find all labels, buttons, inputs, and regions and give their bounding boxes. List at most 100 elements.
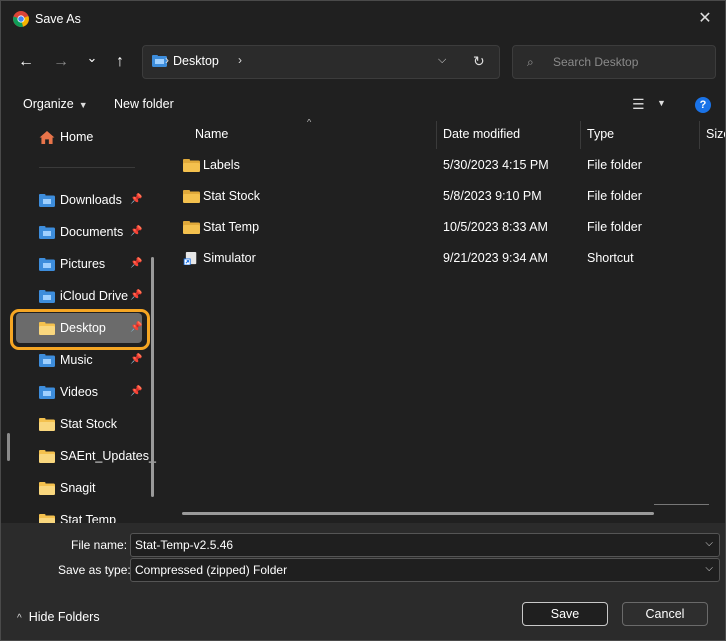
organize-button[interactable]: Organize ▼ xyxy=(23,97,88,111)
view-options-icon[interactable]: ☰ xyxy=(632,96,645,113)
sidebar-item-saent-updates-[interactable]: SAEnt_Updates_ xyxy=(1,441,156,471)
pin-icon[interactable]: 📌 xyxy=(130,322,142,333)
sidebar-item-pictures[interactable]: Pictures 📌 xyxy=(1,249,151,279)
file-type: Shortcut xyxy=(587,251,634,265)
desktop-folder-icon xyxy=(39,322,55,335)
address-bar[interactable]: › Desktop › ⌵ ↻ xyxy=(142,45,500,79)
pin-icon[interactable]: 📌 xyxy=(130,386,142,397)
search-input[interactable]: Search Desktop xyxy=(553,55,638,69)
file-row[interactable]: Labels 5/30/2023 4:15 PM File folder xyxy=(165,150,725,180)
file-name-value[interactable]: Stat-Temp-v2.5.46 xyxy=(135,538,233,552)
sidebar-item-label: Home xyxy=(60,130,94,144)
downloads-icon xyxy=(39,194,55,207)
file-date-modified: 10/5/2023 8:33 AM xyxy=(443,220,548,234)
view-caret-icon[interactable]: ▼ xyxy=(657,98,666,108)
folder-icon xyxy=(39,418,55,431)
cancel-button[interactable]: Cancel xyxy=(622,602,708,626)
column-divider[interactable] xyxy=(580,121,581,149)
folder-icon xyxy=(183,190,200,203)
pin-icon[interactable]: 📌 xyxy=(130,354,142,365)
address-dropdown-icon[interactable]: ⌵ xyxy=(438,54,446,67)
hide-folders-label: Hide Folders xyxy=(28,610,100,624)
sidebar-item-label: Snagit xyxy=(60,481,96,495)
horizontal-scrollbar[interactable] xyxy=(182,512,654,515)
music-icon xyxy=(39,354,55,367)
sidebar-item-stat-stock[interactable]: Stat Stock xyxy=(1,409,151,439)
sidebar-item-label: SAEnt_Updates_ xyxy=(60,449,156,463)
file-row[interactable]: Stat Temp 10/5/2023 8:33 AM File folder xyxy=(165,212,725,242)
sidebar-item-label: Documents xyxy=(60,225,124,239)
navigation-bar: ← → ⌄ ↑ › Desktop › ⌵ ↻ ⌕ Search Desktop xyxy=(1,39,725,87)
save-as-type-dropdown-icon[interactable]: ⌵ xyxy=(705,563,713,574)
pictures-icon xyxy=(39,258,55,271)
help-icon[interactable]: ? xyxy=(695,97,711,113)
file-name: Stat Stock xyxy=(203,189,260,203)
sidebar-item-label: Stat Temp xyxy=(60,513,117,523)
sidebar-item-label: Videos xyxy=(60,385,98,399)
documents-icon xyxy=(39,226,55,239)
sidebar-item-music[interactable]: Music 📌 xyxy=(1,345,151,375)
search-icon: ⌕ xyxy=(527,55,534,69)
hide-folders-button[interactable]: ^ Hide Folders xyxy=(17,610,100,624)
folder-icon xyxy=(183,221,200,234)
scrollbar-track-line xyxy=(654,504,709,505)
sidebar-divider xyxy=(39,167,135,168)
back-arrow-icon[interactable]: ← xyxy=(15,51,37,73)
file-name-dropdown-icon[interactable]: ⌵ xyxy=(705,538,713,549)
pin-icon[interactable]: 📌 xyxy=(130,290,142,301)
sidebar-item-documents[interactable]: Documents 📌 xyxy=(1,217,151,247)
shortcut-icon xyxy=(183,252,197,265)
file-name-field[interactable]: Stat-Temp-v2.5.46 ⌵ xyxy=(130,533,720,557)
organize-caret-icon: ▼ xyxy=(78,100,88,110)
column-header-name[interactable]: Name xyxy=(195,127,228,141)
sidebar-item-icloud-drive[interactable]: iCloud Drive 📌 xyxy=(1,281,151,311)
file-list: ^ Name Date modified Type Size Labels 5/3… xyxy=(165,119,725,523)
folder-icon xyxy=(39,450,55,463)
column-header-size[interactable]: Size xyxy=(706,127,725,141)
recent-locations-chevron-icon[interactable]: ⌄ xyxy=(81,47,103,69)
file-type: File folder xyxy=(587,158,642,172)
breadcrumb-separator-icon[interactable]: › xyxy=(165,53,169,67)
chrome-icon xyxy=(13,11,29,27)
pin-icon[interactable]: 📌 xyxy=(130,226,142,237)
sidebar-item-snagit[interactable]: Snagit xyxy=(1,473,151,503)
sidebar-scrollbar[interactable] xyxy=(151,257,154,497)
column-header-type[interactable]: Type xyxy=(587,127,614,141)
sidebar-item-label: Music xyxy=(60,353,93,367)
pin-icon[interactable]: 📌 xyxy=(130,258,142,269)
save-button[interactable]: Save xyxy=(522,602,608,626)
file-date-modified: 9/21/2023 9:34 AM xyxy=(443,251,548,265)
sidebar-item-videos[interactable]: Videos 📌 xyxy=(1,377,151,407)
sidebar-item-label: iCloud Drive xyxy=(60,289,129,303)
organize-label: Organize xyxy=(23,97,74,111)
new-folder-button[interactable]: New folder xyxy=(114,97,174,111)
sidebar-item-desktop[interactable]: Desktop 📌 xyxy=(1,313,151,343)
breadcrumb-separator-icon[interactable]: › xyxy=(238,53,242,67)
file-date-modified: 5/8/2023 9:10 PM xyxy=(443,189,542,203)
close-icon[interactable]: ✕ xyxy=(693,7,717,31)
save-as-type-value[interactable]: Compressed (zipped) Folder xyxy=(135,563,287,577)
pin-icon[interactable]: 📌 xyxy=(130,194,142,205)
sidebar-item-stat-temp[interactable]: Stat Temp xyxy=(1,505,151,523)
save-as-type-select[interactable]: Compressed (zipped) Folder ⌵ xyxy=(130,558,720,582)
file-row[interactable]: Simulator 9/21/2023 9:34 AM Shortcut xyxy=(165,243,725,273)
refresh-icon[interactable]: ↻ xyxy=(473,53,485,70)
breadcrumb-desktop[interactable]: Desktop xyxy=(173,54,219,68)
column-header-date-modified[interactable]: Date modified xyxy=(443,127,520,141)
save-as-type-label: Save as type: xyxy=(58,563,131,577)
folder-icon xyxy=(39,514,55,523)
sidebar-item-home[interactable]: Home xyxy=(1,122,151,152)
sidebar-item-label: Desktop xyxy=(60,321,106,335)
column-divider[interactable] xyxy=(436,121,437,149)
folder-icon xyxy=(183,159,200,172)
search-box[interactable]: ⌕ Search Desktop xyxy=(512,45,716,79)
chevron-up-icon: ^ xyxy=(17,613,22,624)
column-divider[interactable] xyxy=(699,121,700,149)
forward-arrow-icon[interactable]: → xyxy=(50,51,72,73)
up-arrow-icon[interactable]: ↑ xyxy=(109,51,131,73)
file-name-label: File name: xyxy=(71,538,128,552)
sidebar-item-downloads[interactable]: Downloads 📌 xyxy=(1,185,151,215)
file-type: File folder xyxy=(587,220,642,234)
sidebar-item-label: Downloads xyxy=(60,193,122,207)
file-row[interactable]: Stat Stock 5/8/2023 9:10 PM File folder xyxy=(165,181,725,211)
